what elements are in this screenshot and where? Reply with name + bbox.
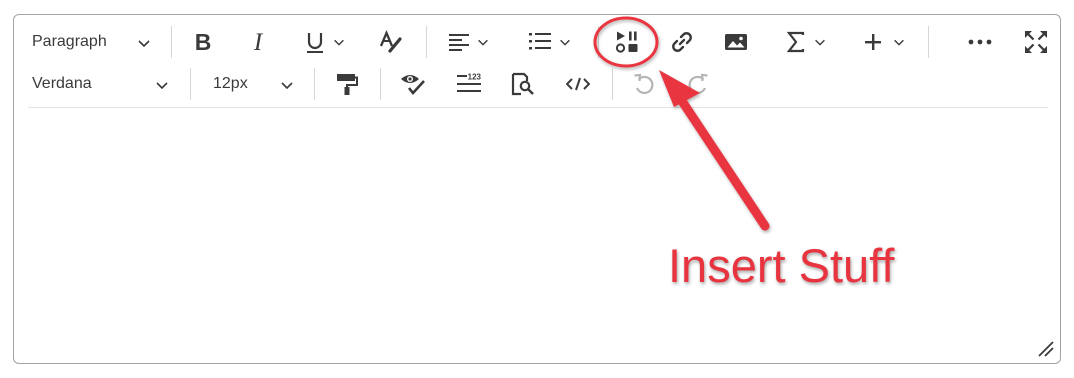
more-actions-button[interactable] (968, 22, 994, 62)
toolbar-separator (612, 68, 613, 100)
font-size-select[interactable]: 12px (213, 64, 299, 104)
chevron-down-icon (894, 39, 904, 46)
editor-content-area[interactable] (28, 109, 1048, 349)
undo-icon (634, 73, 654, 95)
bold-button[interactable]: B (192, 22, 216, 62)
fullscreen-button[interactable] (1024, 22, 1050, 62)
alignment-button[interactable] (448, 22, 498, 62)
format-painter-button[interactable] (335, 64, 361, 104)
underline-button[interactable] (304, 22, 354, 62)
font-size-value: 12px (213, 75, 248, 92)
annotation-label: Insert Stuff (668, 239, 895, 292)
image-icon (725, 34, 747, 50)
svg-text:123: 123 (468, 73, 482, 82)
chevron-down-icon (334, 39, 344, 46)
align-left-icon (449, 34, 469, 51)
toolbar-separator (314, 68, 315, 100)
insert-image-button[interactable] (724, 22, 750, 62)
source-code-icon (566, 77, 590, 91)
text-color-button[interactable] (378, 22, 404, 62)
toolbar-separator (426, 26, 427, 58)
svg-text:I: I (253, 31, 264, 53)
accessibility-checker-button[interactable] (400, 64, 426, 104)
toolbar-separator (171, 26, 172, 58)
toolbar-separator (380, 68, 381, 100)
undo-button[interactable] (632, 64, 658, 104)
toolbar-separator (598, 26, 599, 58)
bold-icon: B (195, 31, 212, 53)
ellipsis-icon (968, 39, 992, 45)
insert-link-button[interactable] (670, 22, 694, 62)
chevron-down-icon (478, 39, 488, 46)
format-painter-icon (337, 74, 358, 95)
toolbar-separator (928, 26, 929, 58)
word-count-icon: 123 (457, 73, 482, 92)
link-icon (672, 32, 692, 52)
bullet-list-icon (529, 33, 551, 50)
text-color-icon (379, 30, 402, 53)
fullscreen-icon (1025, 31, 1047, 53)
resize-handle-icon[interactable] (1036, 339, 1054, 357)
redo-icon (688, 73, 708, 95)
equation-button[interactable] (787, 22, 835, 62)
italic-icon: I (253, 31, 264, 53)
source-code-button[interactable] (566, 64, 592, 104)
insert-stuff-icon (615, 31, 638, 53)
toolbar-separator (190, 68, 191, 100)
svg-text:B: B (195, 31, 212, 53)
list-button[interactable] (528, 22, 580, 62)
toolbar-row-2: Verdana 12px 123 (14, 64, 1060, 104)
html-editor: Paragraph B I Verdana 12px 123 (13, 14, 1061, 364)
chevron-down-icon (815, 39, 825, 46)
plus-icon (865, 34, 881, 50)
word-count-button[interactable]: 123 (456, 64, 482, 104)
find-replace-icon (511, 72, 534, 96)
insert-more-button[interactable] (864, 22, 910, 62)
font-family-select[interactable]: Verdana (32, 64, 172, 104)
font-family-value: Verdana (32, 75, 92, 92)
chevron-down-icon (156, 82, 168, 90)
toolbar-divider (28, 107, 1048, 108)
accessibility-check-icon (401, 75, 425, 95)
block-format-value: Paragraph (32, 33, 107, 50)
find-replace-button[interactable] (511, 64, 537, 104)
chevron-down-icon (138, 40, 150, 48)
chevron-down-icon (281, 82, 293, 90)
chevron-down-icon (560, 39, 570, 46)
sigma-icon (787, 31, 805, 53)
toolbar-row-1: Paragraph B I (14, 22, 1060, 62)
underline-icon (307, 33, 323, 53)
redo-button[interactable] (686, 64, 712, 104)
italic-button[interactable]: I (247, 22, 271, 62)
block-format-select[interactable]: Paragraph (32, 22, 160, 62)
insert-stuff-button[interactable] (615, 22, 639, 62)
